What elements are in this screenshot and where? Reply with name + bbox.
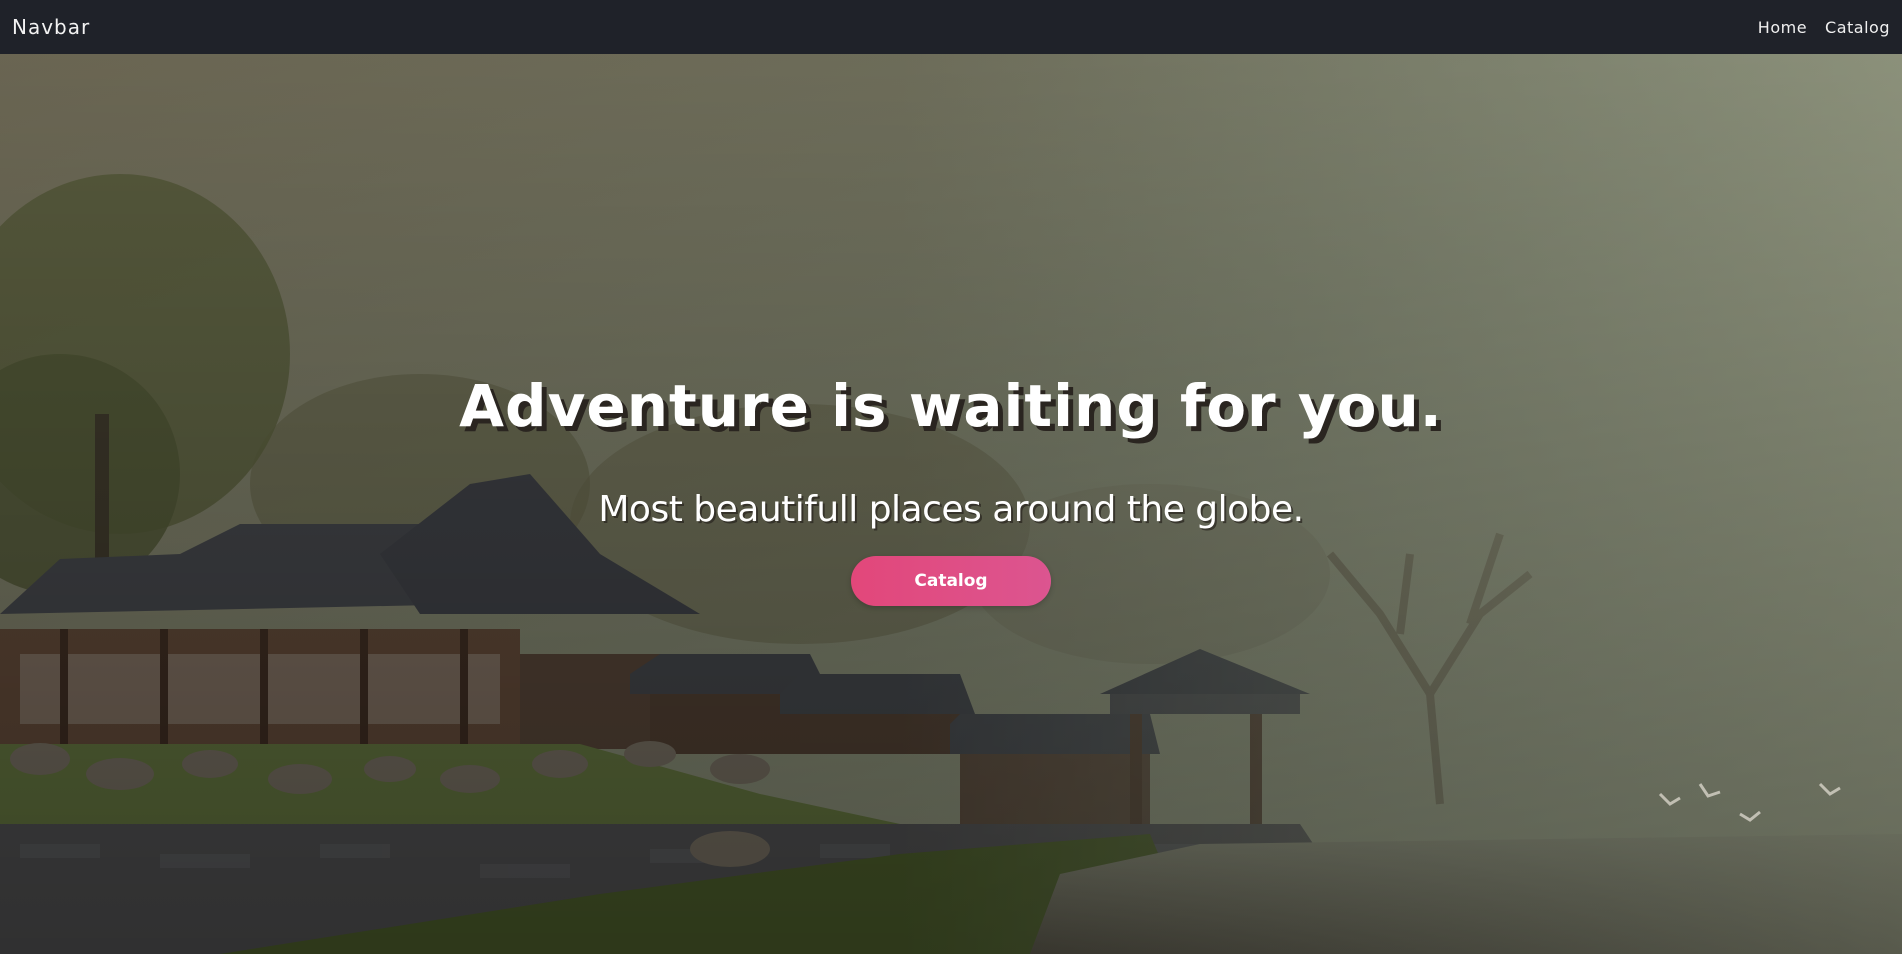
catalog-button[interactable]: Catalog <box>851 555 1051 606</box>
nav-link-home[interactable]: Home <box>1758 18 1807 37</box>
hero-subtitle: Most beautifull places around the globe. <box>598 488 1304 530</box>
nav-link-catalog[interactable]: Catalog <box>1825 18 1890 37</box>
hero-title: Adventure is waiting for you. <box>459 372 1443 440</box>
hero-content: Adventure is waiting for you. Most beaut… <box>0 54 1902 954</box>
navbar-brand[interactable]: Navbar <box>12 15 90 39</box>
navbar: Navbar Home Catalog <box>0 0 1902 54</box>
nav-links: Home Catalog <box>1758 18 1890 37</box>
hero-section: Adventure is waiting for you. Most beaut… <box>0 54 1902 954</box>
